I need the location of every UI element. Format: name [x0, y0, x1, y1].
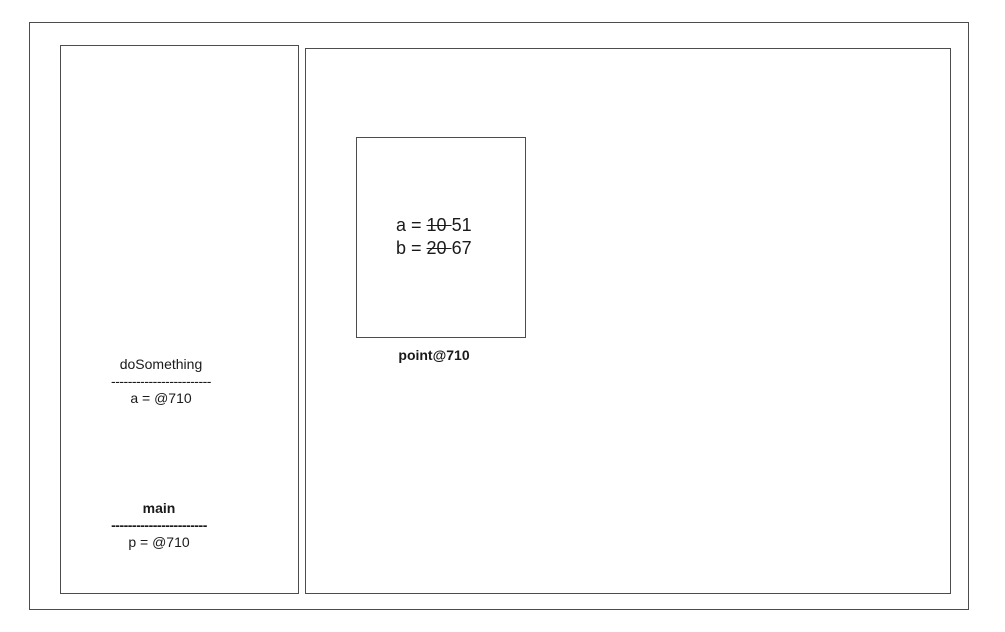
- stack-frame-main: main ----------------------- p = @710: [60, 500, 258, 551]
- old-value: 20: [426, 238, 452, 258]
- object-fields: a = 10 51 b = 20 67: [396, 214, 472, 260]
- frame-separator: -----------------------: [111, 517, 207, 533]
- new-value: 67: [451, 238, 472, 258]
- frame-name: main: [142, 500, 176, 516]
- frame-variable: p = @710: [128, 534, 190, 550]
- frame-name: doSomething: [119, 356, 203, 372]
- frame-separator: ------------------------: [111, 373, 211, 389]
- frame-variable: a = @710: [130, 390, 192, 406]
- field-b: b = 20 67: [396, 237, 472, 260]
- field-prefix: a =: [396, 215, 427, 235]
- stack-frame-dosomething: doSomething ------------------------ a =…: [60, 356, 262, 407]
- new-value: 51: [451, 215, 472, 235]
- field-a: a = 10 51: [396, 214, 472, 237]
- object-label: point@710: [398, 347, 470, 363]
- old-value: 10: [426, 215, 452, 235]
- field-prefix: b =: [396, 238, 427, 258]
